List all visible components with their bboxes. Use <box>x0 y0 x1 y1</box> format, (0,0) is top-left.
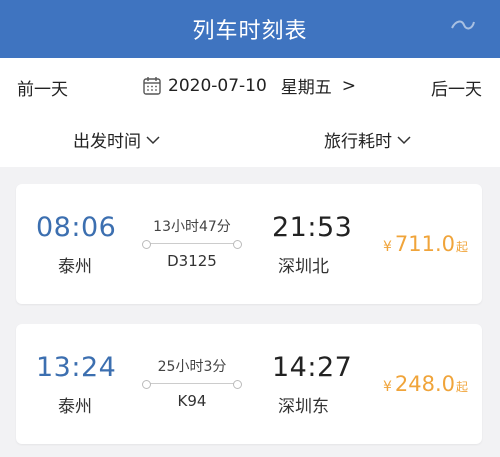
train-number: K94 <box>177 392 207 410</box>
sort-by-duration-button[interactable]: 旅行耗时 <box>324 127 411 152</box>
arrival-station: 深圳东 <box>278 397 329 417</box>
date-navigation-bar: 前一天 2020-07-10 星期五 > 后一天 <box>0 58 500 115</box>
selected-weekday: 星期五 <box>280 78 332 98</box>
next-day-button[interactable]: 后一天 <box>431 75 482 100</box>
departure-station: 泰州 <box>58 397 92 417</box>
train-number: D3125 <box>167 252 217 270</box>
train-card[interactable]: 08:06 泰州 13小时47分 D3125 21:53 深圳北 ¥711.0起 <box>16 184 482 304</box>
sort-bar: 出发时间 旅行耗时 <box>0 115 500 167</box>
departure-time: 13:24 <box>36 352 117 383</box>
travel-duration: 25小时3分 <box>157 359 227 375</box>
train-card[interactable]: 13:24 泰州 25小时3分 K94 14:27 深圳东 ¥248.0起 <box>16 324 482 444</box>
price-tag: ¥248.0起 <box>383 372 468 396</box>
chevron-right-icon: > <box>341 75 357 96</box>
price-from-suffix: 起 <box>455 240 468 254</box>
app-header: 列车时刻表 <box>0 0 500 58</box>
price-value: 711.0 <box>394 232 455 256</box>
currency-symbol: ¥ <box>382 239 392 255</box>
calendar-icon <box>143 76 161 95</box>
previous-day-button[interactable]: 前一天 <box>17 75 68 100</box>
sort-by-departure-button[interactable]: 出发时间 <box>73 127 160 152</box>
travel-duration: 13小时47分 <box>153 219 231 235</box>
chevron-down-icon <box>397 135 411 144</box>
share-icon[interactable] <box>450 18 476 32</box>
currency-symbol: ¥ <box>382 379 392 395</box>
departure-station: 泰州 <box>58 257 92 277</box>
date-picker[interactable]: 2020-07-10 星期五 > <box>142 73 356 98</box>
arrival-station: 深圳北 <box>278 257 329 277</box>
sort-duration-label: 旅行耗时 <box>324 132 392 152</box>
arrival-time: 14:27 <box>272 352 353 383</box>
chevron-down-icon <box>146 135 160 144</box>
page-title: 列车时刻表 <box>192 19 308 44</box>
price-tag: ¥711.0起 <box>383 232 468 256</box>
route-line <box>142 239 242 249</box>
sort-departure-label: 出发时间 <box>73 132 141 152</box>
price-value: 248.0 <box>394 372 455 396</box>
route-line <box>142 379 242 389</box>
arrival-time: 21:53 <box>272 212 353 243</box>
price-from-suffix: 起 <box>455 380 468 394</box>
departure-time: 08:06 <box>36 212 117 243</box>
selected-date: 2020-07-10 <box>168 75 267 96</box>
